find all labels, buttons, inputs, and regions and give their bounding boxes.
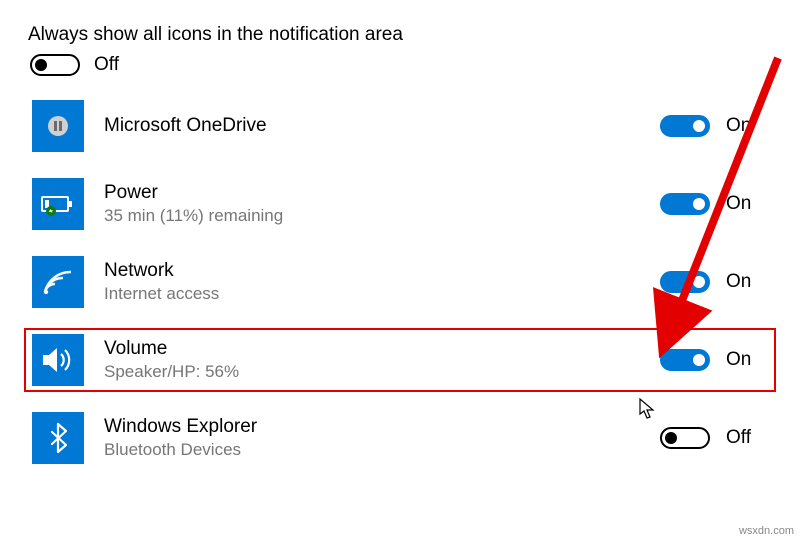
toggle-state-label: On [726, 271, 751, 293]
always-show-toggle-label: Off [94, 54, 119, 76]
list-item-bluetooth: Windows ExplorerBluetooth Devices Off [24, 406, 776, 470]
item-toggle-wrap: On [660, 349, 770, 371]
item-labels: VolumeSpeaker/HP: 56% [104, 337, 660, 384]
item-labels: Windows ExplorerBluetooth Devices [104, 415, 660, 462]
item-labels: Microsoft OneDrive [104, 114, 660, 139]
always-show-toggle[interactable] [30, 54, 80, 76]
item-labels: Power35 min (11%) remaining [104, 181, 660, 228]
item-toggle-wrap: On [660, 115, 770, 137]
wifi-icon [32, 256, 84, 308]
item-toggle-wrap: On [660, 271, 770, 293]
item-labels: NetworkInternet access [104, 259, 660, 306]
battery-icon [32, 178, 84, 230]
item-subtitle: Internet access [104, 283, 660, 305]
item-toggle-wrap: Off [660, 427, 770, 449]
bluetooth-icon [32, 412, 84, 464]
notification-icons-list: Microsoft OneDriveOnPower35 min (11%) re… [24, 94, 776, 470]
toggle-onedrive[interactable] [660, 115, 710, 137]
item-subtitle: Speaker/HP: 56% [104, 361, 660, 383]
list-item-onedrive: Microsoft OneDrive On [24, 94, 776, 158]
item-title: Volume [104, 337, 660, 362]
toggle-state-label: On [726, 115, 751, 137]
always-show-toggle-row: Off [30, 54, 776, 76]
toggle-bluetooth[interactable] [660, 427, 710, 449]
list-item-power: Power35 min (11%) remaining On [24, 172, 776, 236]
toggle-network[interactable] [660, 271, 710, 293]
toggle-state-label: Off [726, 427, 751, 449]
page-title: Always show all icons in the notificatio… [28, 24, 776, 46]
item-toggle-wrap: On [660, 193, 770, 215]
watermark: wsxdn.com [739, 525, 794, 537]
speaker-icon [32, 334, 84, 386]
item-subtitle: Bluetooth Devices [104, 439, 660, 461]
list-item-volume: VolumeSpeaker/HP: 56% On [24, 328, 776, 392]
item-title: Windows Explorer [104, 415, 660, 440]
toggle-power[interactable] [660, 193, 710, 215]
toggle-volume[interactable] [660, 349, 710, 371]
item-subtitle: 35 min (11%) remaining [104, 205, 660, 227]
item-title: Microsoft OneDrive [104, 114, 660, 139]
item-title: Network [104, 259, 660, 284]
toggle-state-label: On [726, 193, 751, 215]
list-item-network: NetworkInternet access On [24, 250, 776, 314]
toggle-state-label: On [726, 349, 751, 371]
onedrive-sync-icon [32, 100, 84, 152]
item-title: Power [104, 181, 660, 206]
